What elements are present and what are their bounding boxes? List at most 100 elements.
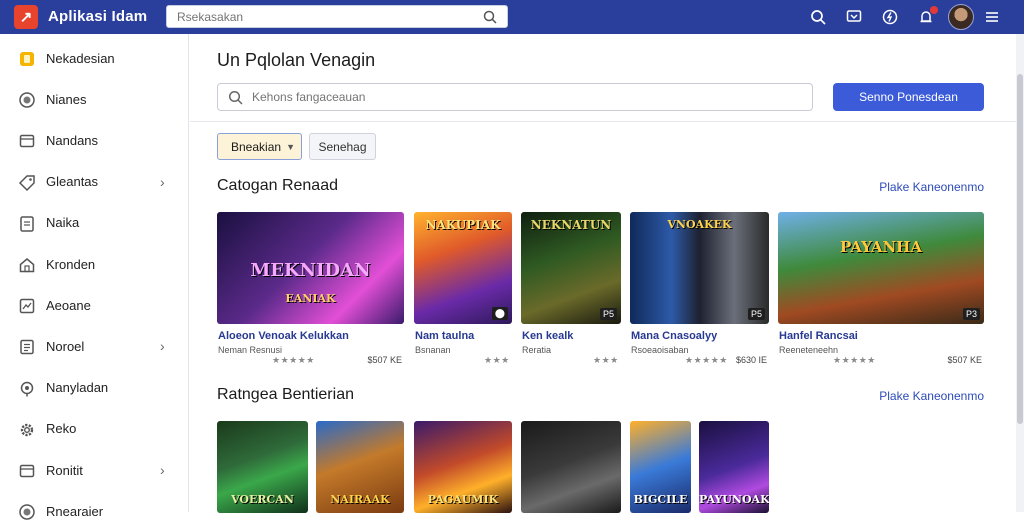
game-title[interactable]: Nam taulna: [415, 330, 474, 342]
sidebar-item-5[interactable]: Naika: [0, 203, 189, 243]
game-thumbnail[interactable]: VNOAKEK P5: [630, 212, 769, 324]
notification-badge: [930, 6, 938, 14]
chevron-right-icon: ›: [160, 462, 165, 478]
main-search-box[interactable]: [217, 83, 813, 111]
circle-icon: [18, 503, 36, 521]
sidebar-item-label: Nianes: [46, 91, 87, 107]
game-title[interactable]: Mana Cnasoalyy: [631, 330, 717, 342]
box-icon: [18, 132, 36, 150]
thumbnail-title: PAGAUMIK: [427, 493, 499, 506]
app-logo-icon[interactable]: ↗: [14, 5, 38, 29]
circle-icon: [18, 91, 36, 109]
thumbnail-title: PAYANHA: [840, 238, 922, 256]
filter-button[interactable]: Senehag: [309, 133, 376, 160]
filter-dropdown[interactable]: Bneakian ▼: [217, 133, 302, 160]
sidebar-item-7[interactable]: Aeoane: [0, 285, 189, 325]
top-bar: ↗ Aplikasi Idam: [0, 0, 1024, 34]
thumbnail-title: NEKNATUN: [530, 218, 612, 232]
game-thumbnail[interactable]: BIGCILE: [630, 421, 691, 513]
sidebar-item-3[interactable]: Nandans: [0, 120, 189, 160]
platform-badge: P5: [599, 308, 617, 320]
doc-icon: [18, 215, 36, 233]
filter-dropdown-label: Bneakian: [231, 139, 282, 154]
chevron-right-icon: ›: [160, 338, 165, 355]
game-thumbnail[interactable]: VOERCAN: [217, 421, 308, 513]
platform-badge: P5: [747, 308, 765, 320]
chevron-down-icon: ▼: [286, 142, 295, 152]
box-icon: [18, 462, 36, 480]
game-subtitle: Reratia: [522, 345, 552, 355]
sidebar-item-4[interactable]: Gleantas ›: [0, 162, 189, 202]
thumbnail-title: NAKUPIAK: [425, 218, 501, 232]
game-thumbnail[interactable]: NAKUPIAK ⬤: [414, 212, 512, 324]
tag-icon: [18, 174, 36, 192]
pin-icon: [18, 380, 36, 398]
notification-icon[interactable]: [908, 3, 944, 31]
sidebar-item-label: Nekadesian: [46, 50, 115, 66]
main-content: Un Pqlolan Venagin Senno Ponesdean Bneak…: [190, 34, 1024, 513]
game-thumbnail[interactable]: NAIRAAK: [316, 421, 404, 513]
sidebar-item-6[interactable]: Kronden: [0, 244, 189, 284]
thumbnail-title: MEKNIDAN: [250, 260, 371, 281]
sidebar-item-label: Nandans: [46, 132, 99, 148]
rating-stars: ★★★★★: [685, 355, 728, 365]
game-title[interactable]: Hanfel Rancsai: [779, 330, 858, 342]
game-thumbnail[interactable]: MEKNIDAN EANIAK: [217, 212, 404, 324]
sidebar-item-1[interactable]: Nekadesian: [0, 38, 189, 78]
avatar[interactable]: [948, 4, 974, 30]
chart-icon: [18, 297, 36, 315]
sidebar-item-9[interactable]: Nanyladan: [0, 368, 189, 408]
sidebar-item-label: Naika: [46, 215, 80, 231]
game-subtitle: Bsnanan: [415, 345, 451, 355]
search-icon[interactable]: [483, 10, 497, 29]
app-title: Aplikasi Idam: [48, 8, 148, 25]
thumbnail-title: NAIRAAK: [330, 493, 390, 506]
game-title[interactable]: Ken kealk: [522, 330, 573, 342]
thumbnail-subtitle: EANIAK: [285, 292, 336, 305]
game-thumbnail[interactable]: PAGAUMIK: [414, 421, 512, 513]
game-subtitle: Reeneteneehn: [779, 345, 839, 355]
bolt-icon[interactable]: [872, 3, 908, 31]
sidebar-item-label: Gleantas: [46, 174, 99, 190]
rating-stars: ★★★★★: [272, 355, 315, 365]
rating-stars: ★★★★★: [833, 355, 876, 365]
chevron-right-icon: ›: [160, 173, 165, 190]
thumbnail-title: VOERCAN: [231, 493, 294, 506]
top-icons: [800, 3, 1010, 31]
page-title: Un Pqlolan Venagin: [217, 50, 376, 70]
sidebar-item-11[interactable]: Ronitit ›: [0, 450, 189, 490]
thumbnail-title: PAYUNOAK: [699, 493, 769, 506]
sidebar-item-label: Rnearaier: [46, 503, 104, 519]
see-all-link[interactable]: Plake Kaneonenmo: [879, 180, 984, 194]
menu-icon[interactable]: [974, 3, 1010, 31]
main-search-input[interactable]: [252, 90, 792, 104]
message-icon[interactable]: [836, 3, 872, 31]
game-subtitle: Rsoeaoisaban: [631, 345, 689, 355]
sidebar-item-8[interactable]: Noroel ›: [0, 326, 189, 366]
sidebar-item-12[interactable]: Rnearaier: [0, 491, 189, 531]
top-search-box[interactable]: [166, 5, 508, 28]
top-search-input[interactable]: [177, 10, 467, 24]
sidebar-item-10[interactable]: Reko: [0, 409, 189, 449]
section-title: Catogan Renaad: [217, 177, 338, 194]
search-icon[interactable]: [800, 3, 836, 31]
see-all-link[interactable]: Plake Kaneonenmo: [879, 389, 984, 403]
rating-stars: ★★★: [593, 355, 619, 365]
game-price: $630 IE: [735, 355, 767, 365]
sidebar-item-label: Reko: [46, 421, 77, 437]
sidebar-item-label: Aeoane: [46, 297, 91, 313]
sidebar-item-label: Ronitit: [46, 462, 83, 478]
game-thumbnail[interactable]: PAYANHA P3: [778, 212, 984, 324]
game-thumbnail[interactable]: PAYUNOAK: [699, 421, 769, 513]
scrollbar[interactable]: [1016, 34, 1024, 512]
primary-search-button[interactable]: Senno Ponesdean: [833, 83, 984, 111]
game-thumbnail[interactable]: [521, 421, 621, 513]
scrollbar-thumb[interactable]: [1017, 74, 1023, 424]
search-icon: [228, 90, 243, 110]
divider: [190, 121, 1024, 122]
game-title[interactable]: Aloeon Venoak Kelukkan: [218, 330, 349, 342]
sidebar-item-2[interactable]: Nianes: [0, 79, 189, 119]
platform-badge: P3: [962, 308, 980, 320]
game-subtitle: Neman Resnusi: [218, 345, 283, 355]
game-thumbnail[interactable]: NEKNATUN P5: [521, 212, 621, 324]
